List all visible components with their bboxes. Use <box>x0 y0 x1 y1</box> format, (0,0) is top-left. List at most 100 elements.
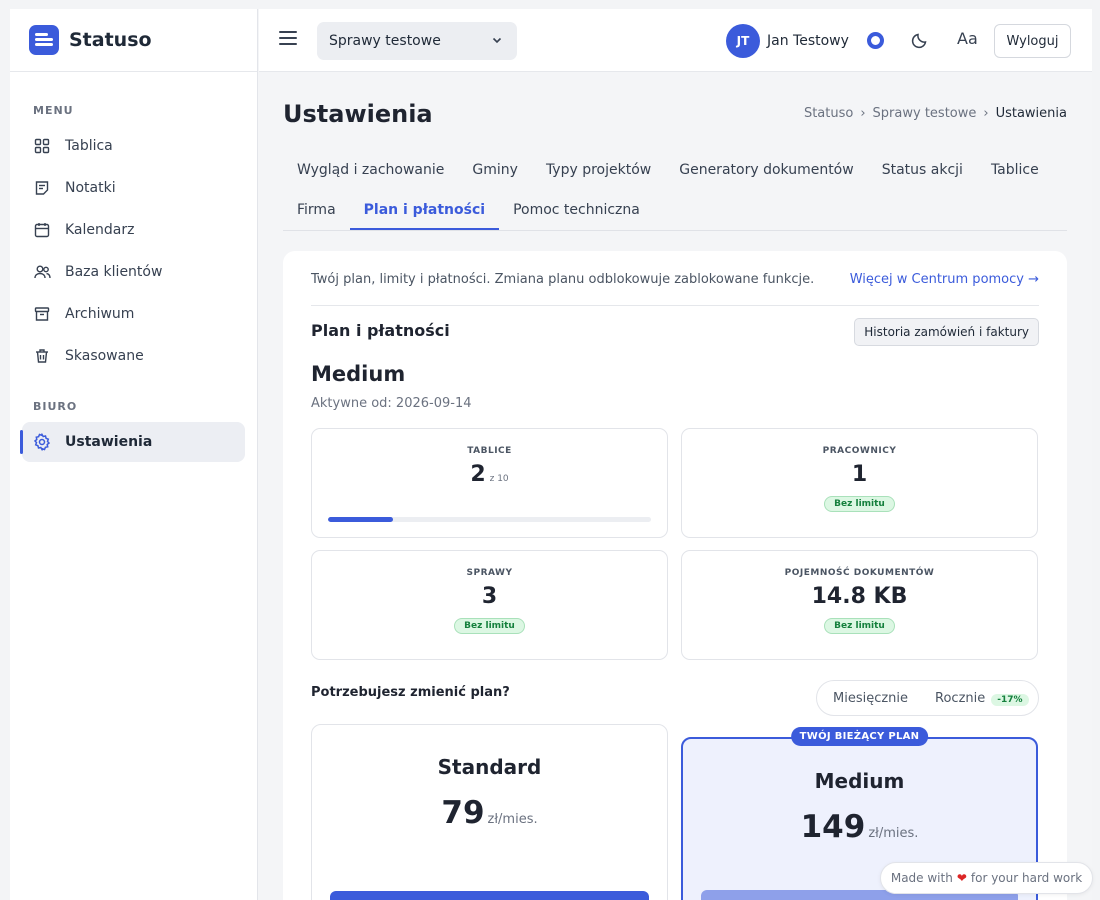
change-plan-title: Potrzebujesz zmienić plan? <box>311 685 510 700</box>
stat-value: 3 <box>481 584 498 609</box>
tab-plan-i-platnosci[interactable]: Plan i płatności <box>349 190 500 230</box>
sidebar-item-kalendarz[interactable]: Kalendarz <box>22 210 245 250</box>
breadcrumb-item[interactable]: Statuso <box>804 106 853 121</box>
stat-label: TABLICE <box>467 446 512 456</box>
status-toggle-icon[interactable] <box>867 32 884 49</box>
users-icon <box>33 263 51 281</box>
logo-icon <box>29 25 59 55</box>
plan-active-since: Aktywne od: 2026-09-14 <box>311 396 472 411</box>
sidebar-item-ustawienia[interactable]: Ustawienia <box>20 422 245 462</box>
stat-value: 1 <box>851 462 868 487</box>
settings-tabs: Wygląd i zachowanie Gminy Typy projektów… <box>283 150 1067 231</box>
breadcrumb-separator: › <box>860 106 866 121</box>
stat-employees: PRACOWNICY 1 Bez limitu <box>681 428 1038 538</box>
sidebar: Statuso MENU Tablica Notatki Kalendarz B… <box>10 9 258 900</box>
plan-card-price: 149 zł/mies. <box>800 809 919 845</box>
calendar-icon <box>33 221 51 239</box>
case-select-value: Sprawy testowe <box>329 33 441 49</box>
gear-icon <box>33 433 51 451</box>
tab-tablice[interactable]: Tablice <box>977 150 1053 190</box>
avatar: JT <box>726 24 760 58</box>
sidebar-item-tablica[interactable]: Tablica <box>22 126 245 166</box>
status-badge: Bez limitu <box>824 496 895 512</box>
stat-label: POJEMNOŚĆ DOKUMENTÓW <box>784 568 935 578</box>
sidebar-item-label: Notatki <box>65 180 116 196</box>
sidebar-section-menu: MENU <box>33 104 74 117</box>
sidebar-item-label: Archiwum <box>65 306 135 322</box>
divider <box>311 305 1039 306</box>
sidebar-item-label: Skasowane <box>65 348 144 364</box>
billing-period-toggle: Miesięcznie Rocznie -17% <box>816 680 1039 716</box>
billing-intro: Twój plan, limity i płatności. Zmiana pl… <box>311 272 815 287</box>
user-name: Jan Testowy <box>767 33 849 49</box>
select-plan-standard-button[interactable] <box>330 891 649 900</box>
archive-icon <box>33 305 51 323</box>
order-history-button[interactable]: Historia zamówień i faktury <box>854 318 1039 346</box>
breadcrumb-item[interactable]: Sprawy testowe <box>873 106 977 121</box>
tab-pomoc-techniczna[interactable]: Pomoc techniczna <box>499 190 654 230</box>
trash-icon <box>33 347 51 365</box>
app-frame: Statuso MENU Tablica Notatki Kalendarz B… <box>10 9 1093 900</box>
help-center-link[interactable]: Więcej w Centrum pomocy → <box>850 272 1039 287</box>
brand-name: Statuso <box>69 29 152 51</box>
heart-icon: ❤ <box>956 871 967 885</box>
sidebar-item-label: Baza klientów <box>65 264 163 280</box>
progress-fill <box>328 517 393 522</box>
billing-card: Twój plan, limity i płatności. Zmiana pl… <box>283 251 1067 900</box>
status-badge: Bez limitu <box>454 618 525 634</box>
case-select[interactable]: Sprawy testowe <box>317 22 517 60</box>
price-unit: zł/mies. <box>868 826 919 841</box>
sidebar-item-archiwum[interactable]: Archiwum <box>22 294 245 334</box>
user-menu[interactable]: JT Jan Testowy <box>726 24 849 58</box>
stat-value: 14.8 KB <box>811 584 908 609</box>
sidebar-item-skasowane[interactable]: Skasowane <box>22 336 245 376</box>
current-plan-badge: TWÓJ BIEŻĄCY PLAN <box>790 727 929 746</box>
plan-card-standard[interactable]: Standard 79 zł/mies. <box>311 724 668 900</box>
sidebar-item-label: Tablica <box>65 138 113 154</box>
stat-limit: z 10 <box>489 474 509 484</box>
moon-icon[interactable] <box>911 31 929 53</box>
tab-generatory-dokumentow[interactable]: Generatory dokumentów <box>665 150 867 190</box>
price-unit: zł/mies. <box>487 812 538 827</box>
stat-value: 2z 10 <box>470 462 509 487</box>
font-size-button[interactable]: Aa <box>957 29 978 48</box>
brand[interactable]: Statuso <box>10 9 257 72</box>
current-plan-name: Medium <box>311 362 406 386</box>
tab-typy-projektow[interactable]: Typy projektów <box>532 150 665 190</box>
grid-icon <box>33 137 51 155</box>
tab-status-akcji[interactable]: Status akcji <box>868 150 977 190</box>
made-with-badge: Made with ❤ for your hard work <box>880 862 1093 894</box>
breadcrumb: Statuso › Sprawy testowe › Ustawienia <box>804 106 1067 121</box>
sidebar-item-label: Kalendarz <box>65 222 135 238</box>
chevron-down-icon <box>491 34 503 50</box>
sidebar-item-baza-klientow[interactable]: Baza klientów <box>22 252 245 292</box>
plan-card-price: 79 zł/mies. <box>441 795 538 831</box>
status-badge: Bez limitu <box>824 618 895 634</box>
stat-label: SPRAWY <box>466 568 513 578</box>
plan-card-name: Standard <box>437 755 542 779</box>
page-title: Ustawienia <box>283 100 433 128</box>
logout-button[interactable]: Wyloguj <box>994 24 1071 58</box>
discount-badge: -17% <box>991 693 1029 706</box>
made-with-text: Made with <box>890 871 953 885</box>
menu-icon[interactable] <box>279 31 297 45</box>
top-bar: Sprawy testowe JT Jan Testowy Aa Wyloguj <box>259 9 1092 72</box>
toggle-monthly[interactable]: Miesięcznie <box>833 691 908 706</box>
section-title: Plan i płatności <box>311 321 450 340</box>
note-icon <box>33 179 51 197</box>
stat-document-storage: POJEMNOŚĆ DOKUMENTÓW 14.8 KB Bez limitu <box>681 550 1038 660</box>
stat-label: PRACOWNICY <box>822 446 897 456</box>
tab-gminy[interactable]: Gminy <box>458 150 532 190</box>
sidebar-section-biuro: BIURO <box>33 400 78 413</box>
stat-boards: TABLICE 2z 10 <box>311 428 668 538</box>
breadcrumb-separator: › <box>983 106 989 121</box>
sidebar-item-notatki[interactable]: Notatki <box>22 168 245 208</box>
breadcrumb-current: Ustawienia <box>995 106 1067 121</box>
plan-card-name: Medium <box>814 769 905 793</box>
toggle-yearly[interactable]: Rocznie -17% <box>935 691 1029 706</box>
tab-wyglad[interactable]: Wygląd i zachowanie <box>283 150 458 190</box>
tab-firma[interactable]: Firma <box>283 190 350 230</box>
boards-progress <box>328 517 651 522</box>
sidebar-item-label: Ustawienia <box>65 434 153 450</box>
made-with-text: for your hard work <box>970 871 1083 885</box>
